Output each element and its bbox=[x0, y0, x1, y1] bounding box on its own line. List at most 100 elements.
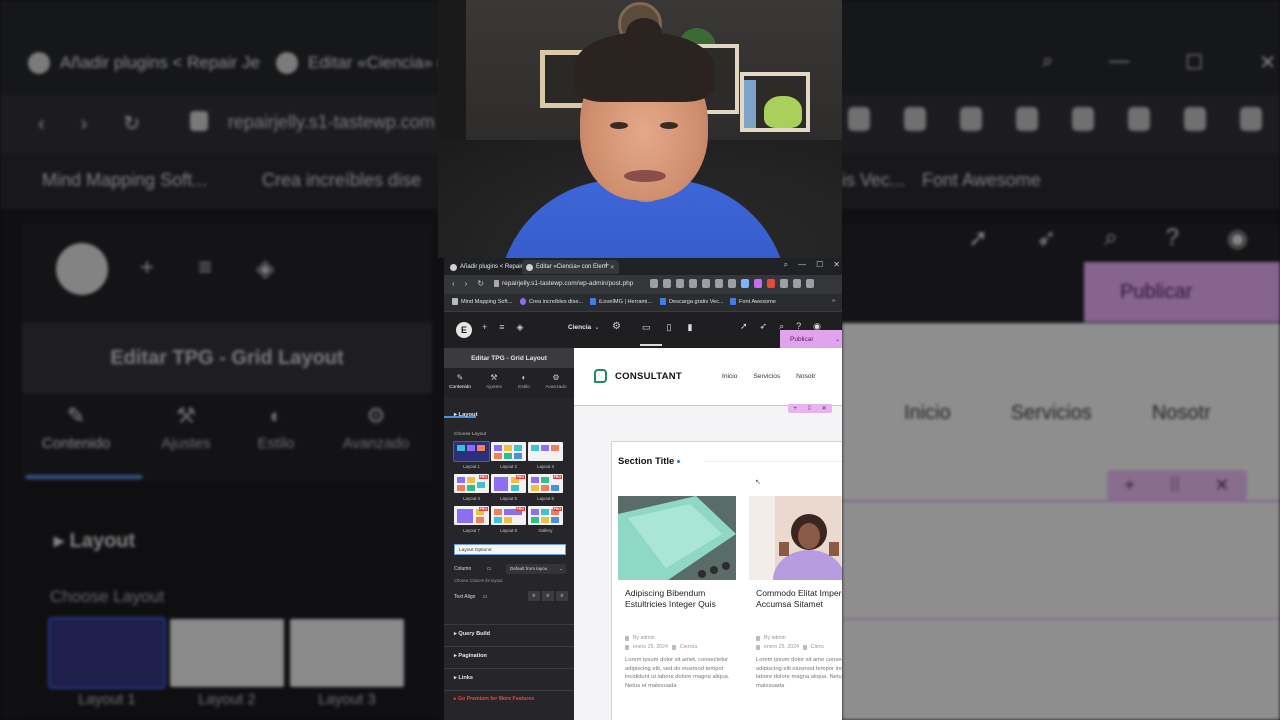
heart-icon[interactable] bbox=[702, 279, 710, 288]
add-section-icon[interactable]: + bbox=[793, 406, 797, 412]
page-name[interactable]: Ciencia bbox=[568, 324, 591, 331]
plus-icon: + bbox=[140, 254, 155, 281]
camera-icon[interactable] bbox=[663, 279, 671, 288]
freepik-icon bbox=[660, 298, 666, 305]
minimize-icon[interactable]: — bbox=[798, 260, 806, 270]
bookmark-item[interactable]: Mind Mapping Soft... bbox=[452, 298, 512, 305]
post-category[interactable]: Cienc bbox=[811, 644, 824, 650]
help-icon: ? bbox=[1165, 224, 1180, 251]
bookmark-item[interactable]: Font Awesome bbox=[730, 298, 776, 305]
layout-label: Layout 4 bbox=[463, 496, 480, 501]
extension-icon[interactable] bbox=[780, 279, 788, 288]
chevron-down-icon[interactable]: ⌄ bbox=[835, 336, 840, 343]
post-card[interactable]: Adipiscing Bibendum Estultricies Integer… bbox=[618, 496, 736, 720]
close-tab-icon[interactable]: ✕ bbox=[610, 264, 615, 271]
bg-section-controls: + ⁞⁞ ✕ bbox=[1107, 470, 1247, 500]
play-icon[interactable] bbox=[689, 279, 697, 288]
drag-handle-icon: ⁞⁞ bbox=[1169, 474, 1180, 495]
post-title[interactable]: Adipiscing Bibendum Estultricies Integer… bbox=[625, 588, 733, 610]
extension-icon[interactable] bbox=[741, 279, 749, 288]
nav-link-nosotros[interactable]: Nosotr bbox=[796, 373, 815, 380]
drag-handle-icon[interactable]: ⁞⁞ bbox=[808, 406, 811, 412]
wrench-icon: ⚒ bbox=[176, 403, 196, 428]
window-controls: ⌕ — ☐ ✕ bbox=[784, 260, 840, 270]
brand-name[interactable]: CONSULTANT bbox=[615, 371, 682, 382]
bg-right-icons: ➚ ➶ ⌕? ◉ bbox=[968, 224, 1248, 253]
mobile-icon[interactable]: ▮ bbox=[687, 322, 692, 333]
column-help-text: Choose Column for layout. bbox=[454, 578, 504, 583]
active-device-indicator bbox=[640, 344, 662, 346]
reload-icon[interactable]: ↻ bbox=[477, 279, 484, 288]
extension-icon[interactable] bbox=[793, 279, 801, 288]
column-select[interactable]: Default from layou ⌄ bbox=[506, 564, 566, 574]
elementor-logo-icon[interactable]: E bbox=[456, 322, 472, 338]
extension-icon[interactable] bbox=[767, 279, 775, 288]
layout-option-7[interactable]: PRO bbox=[454, 506, 489, 525]
more-bookmarks-icon[interactable]: » bbox=[832, 298, 835, 304]
post-excerpt: Lorem ipsum dolor sit amet, consectetur … bbox=[625, 657, 730, 689]
extension-icon[interactable] bbox=[728, 279, 736, 288]
align-center-icon[interactable]: ≡ bbox=[542, 591, 554, 601]
post-author: By admin bbox=[756, 635, 842, 641]
page-settings-icon[interactable]: ⚙ bbox=[612, 321, 621, 332]
forward-icon[interactable]: › bbox=[465, 279, 468, 288]
nav-link-servicios[interactable]: Servicios bbox=[753, 373, 780, 380]
tab-contenido[interactable]: ✎ Contenido bbox=[444, 373, 476, 390]
layout-option-3[interactable] bbox=[528, 442, 563, 461]
maximize-icon[interactable]: ☐ bbox=[816, 260, 823, 270]
post-card[interactable]: Commodo Elitat Imperdiet Accumsa Sitamet… bbox=[749, 496, 842, 720]
layout-section-toggle[interactable]: ▸ Layout bbox=[454, 412, 478, 418]
delete-section-icon[interactable]: ✕ bbox=[822, 405, 827, 412]
layout-option-gallery[interactable]: PRO bbox=[528, 506, 563, 525]
layout-option-6[interactable]: PRO bbox=[528, 474, 563, 493]
bg-layout-heading: ▸ Layout bbox=[54, 530, 136, 552]
publish-button[interactable]: Publicar ⌄ bbox=[780, 330, 842, 348]
desktop-icon[interactable]: ▭ bbox=[642, 322, 651, 333]
pro-badge: PRO bbox=[478, 507, 488, 511]
post-title[interactable]: Commodo Elitat Imperdiet Accumsa Sitamet bbox=[756, 588, 842, 610]
go-premium-link[interactable]: ▸ Go Premium for More Features bbox=[454, 696, 534, 702]
close-window-icon[interactable]: ✕ bbox=[833, 260, 840, 270]
align-right-icon[interactable]: ≡ bbox=[556, 591, 568, 601]
layout-option-1[interactable] bbox=[453, 441, 490, 462]
site-settings-icon[interactable]: ≡ bbox=[499, 322, 504, 333]
notifications-icon[interactable]: ➶ bbox=[760, 321, 768, 332]
page-icon bbox=[452, 298, 458, 305]
tab-avanzado[interactable]: ⚙ Avanzado bbox=[540, 373, 572, 390]
bg-divider bbox=[842, 618, 1280, 620]
structure-icon[interactable]: ◈ bbox=[517, 322, 524, 333]
text-align-buttons: ≡ ≡ ≡ bbox=[528, 591, 568, 601]
rocket-icon[interactable]: ➚ bbox=[740, 321, 748, 332]
bg-divider bbox=[842, 500, 1280, 502]
tablet-icon[interactable]: ▯ bbox=[667, 322, 672, 333]
layout-option-4[interactable]: PRO bbox=[454, 474, 489, 493]
extension-icon[interactable] bbox=[650, 279, 658, 288]
url-field[interactable]: repairjelly.s1-tastewp.com/wp-admin/post… bbox=[502, 280, 633, 287]
bookmark-item[interactable]: Crea increíbles dise... bbox=[520, 298, 583, 305]
bg-choose-layout: Choose Layout bbox=[50, 587, 165, 606]
layout-options-heading[interactable]: Layout Options: bbox=[454, 544, 566, 555]
post-category[interactable]: Ciencia bbox=[680, 644, 697, 650]
nav-link-inicio[interactable]: Inicio bbox=[722, 373, 737, 380]
back-icon[interactable]: ‹ bbox=[452, 279, 455, 288]
layout-option-2[interactable] bbox=[491, 442, 526, 461]
links-toggle[interactable]: ▸ Links bbox=[454, 675, 473, 681]
layout-option-5[interactable]: PRO bbox=[491, 474, 526, 493]
lock-icon[interactable] bbox=[494, 280, 499, 287]
pagination-toggle[interactable]: ▸ Pagination bbox=[454, 653, 487, 659]
align-left-icon[interactable]: ≡ bbox=[528, 591, 540, 601]
extension-icon[interactable] bbox=[676, 279, 684, 288]
search-tabs-icon[interactable]: ⌕ bbox=[784, 260, 788, 270]
chevron-down-icon[interactable]: ⌄ bbox=[594, 323, 600, 331]
extension-icon[interactable] bbox=[806, 279, 814, 288]
extension-icon[interactable] bbox=[754, 279, 762, 288]
layout-option-8[interactable]: PRO bbox=[491, 506, 526, 525]
query-build-toggle[interactable]: ▸ Query Build bbox=[454, 631, 490, 637]
bookmark-item[interactable]: Descarga gratis Vec... bbox=[660, 298, 724, 305]
tab-ajustes[interactable]: ⚒ Ajustes bbox=[478, 373, 510, 390]
add-element-icon[interactable]: + bbox=[482, 322, 487, 333]
menu-icon[interactable] bbox=[715, 279, 723, 288]
new-tab-icon[interactable]: + bbox=[604, 260, 609, 270]
bookmark-item[interactable]: iLoveIMG | Herrami... bbox=[590, 298, 652, 305]
tab-estilo[interactable]: ◐ Estilo bbox=[508, 373, 540, 390]
